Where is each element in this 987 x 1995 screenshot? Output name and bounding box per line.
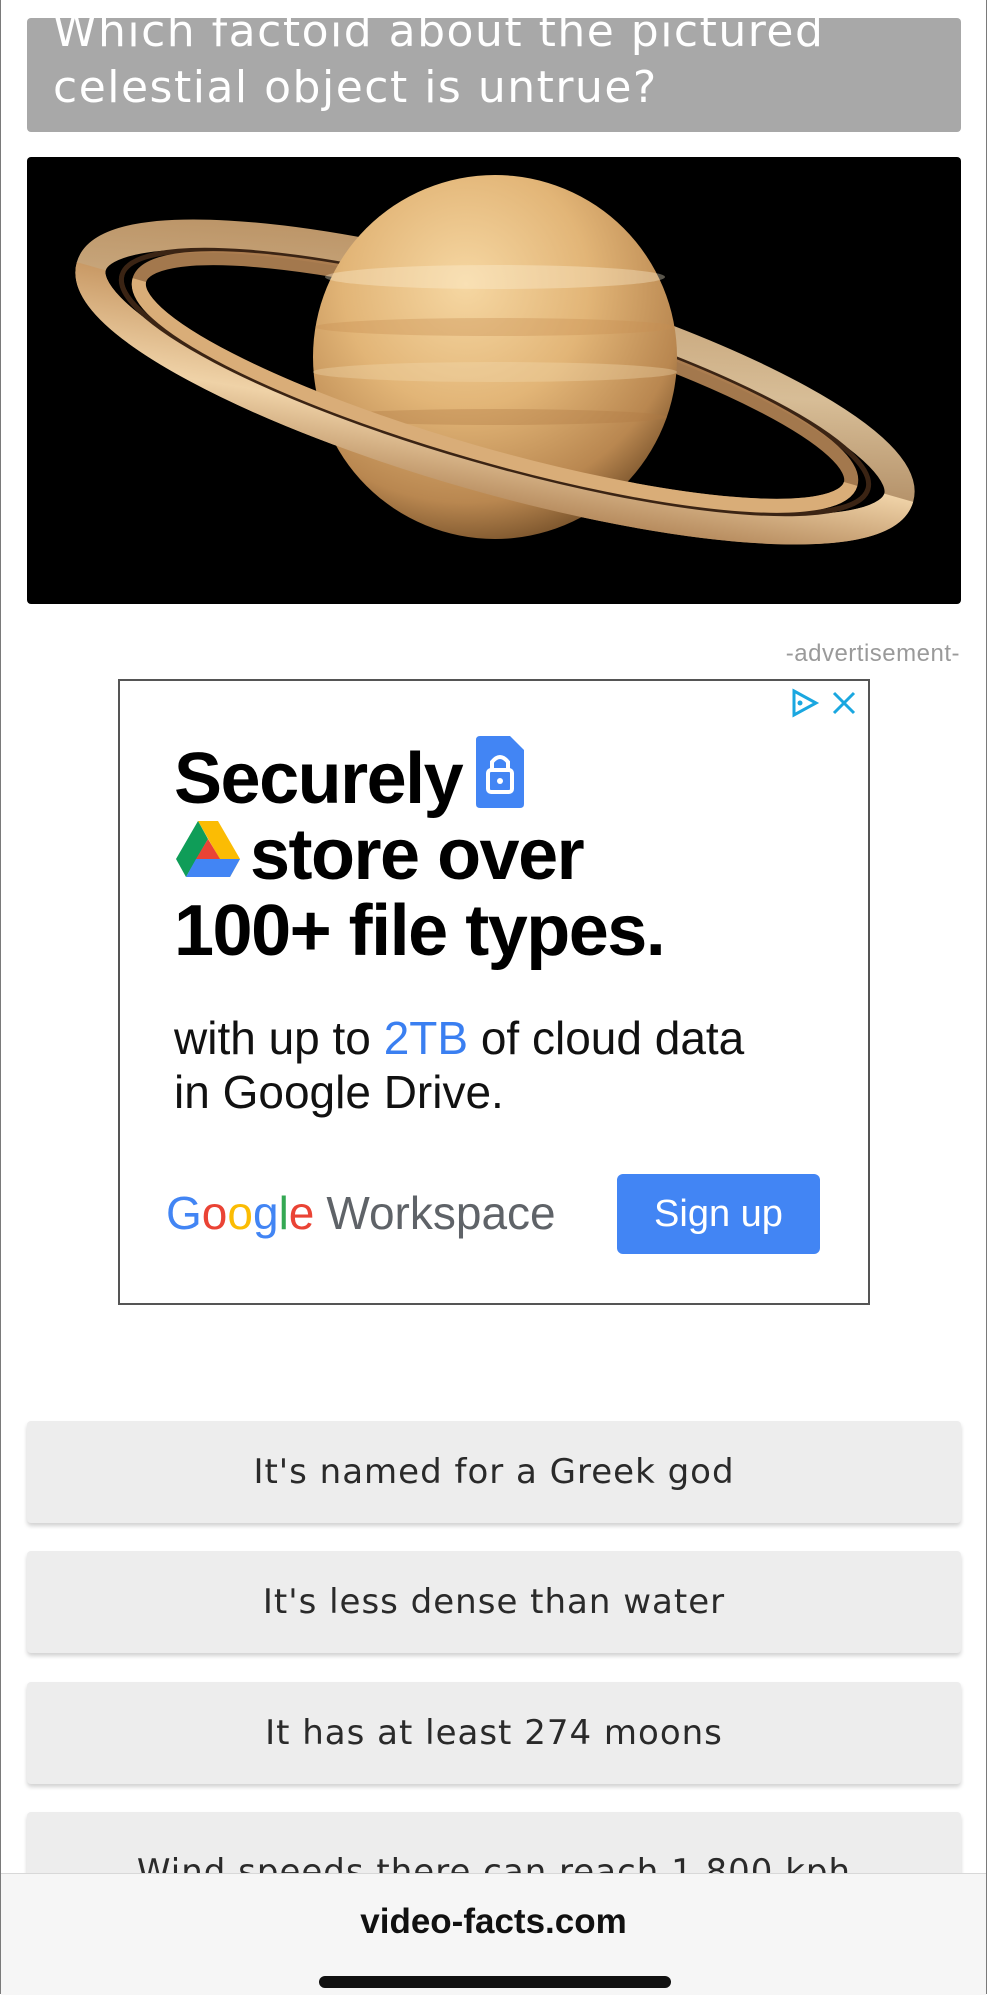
google-workspace-logo: Google Workspace bbox=[166, 1186, 556, 1240]
answer-option-1[interactable]: It's named for a Greek god bbox=[27, 1421, 961, 1523]
google-wordmark: Google bbox=[166, 1187, 315, 1239]
question-text: Which factoid about the pictured celesti… bbox=[53, 18, 825, 113]
lock-file-icon bbox=[472, 734, 528, 824]
saturn-illustration bbox=[75, 175, 915, 545]
answer-option-3[interactable]: It has at least 274 moons bbox=[27, 1682, 961, 1784]
close-ad-icon[interactable] bbox=[830, 689, 858, 721]
ad-sub-line2: in Google Drive. bbox=[174, 1066, 504, 1118]
answer-option-2[interactable]: It's less dense than water bbox=[27, 1551, 961, 1653]
workspace-wordmark: Workspace bbox=[326, 1187, 556, 1239]
sign-up-button[interactable]: Sign up bbox=[617, 1174, 820, 1254]
advertisement-label: -advertisement- bbox=[785, 640, 960, 667]
ad-headline: Securely store over 100+ file types. bbox=[174, 736, 666, 971]
ad-controls bbox=[788, 687, 858, 723]
home-indicator[interactable] bbox=[319, 1976, 671, 1988]
google-drive-icon bbox=[174, 817, 242, 893]
question-card: Which factoid about the pictured celesti… bbox=[27, 18, 961, 132]
ad-headline-line1: Securely bbox=[174, 739, 464, 819]
ad-sub-highlight: 2TB bbox=[383, 1012, 469, 1064]
ad-headline-line2: store over bbox=[250, 815, 585, 895]
ad-subtext: with up to 2TB of cloud data in Google D… bbox=[174, 1011, 744, 1119]
ad-sub-post: of cloud data bbox=[468, 1012, 745, 1064]
ad-headline-line3: 100+ file types. bbox=[174, 891, 666, 971]
ad-sub-pre: with up to bbox=[174, 1012, 384, 1064]
site-domain[interactable]: video-facts.com bbox=[1, 1902, 986, 1942]
adchoices-icon[interactable] bbox=[788, 687, 820, 723]
browser-footer: video-facts.com bbox=[1, 1873, 986, 1995]
advertisement-banner[interactable]: Securely store over 100+ file types. wit… bbox=[118, 679, 870, 1305]
saturn-planet-image bbox=[27, 157, 961, 604]
